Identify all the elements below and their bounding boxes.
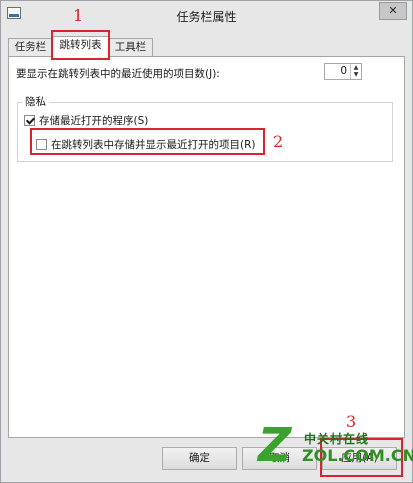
callout-number-2: 2 bbox=[273, 132, 284, 151]
recent-count-value[interactable]: 0 bbox=[325, 65, 349, 77]
watermark-name: 中关村在线 bbox=[304, 432, 370, 446]
spinner-buttons: ▲ ▼ bbox=[350, 64, 361, 79]
watermark-mark: Z bbox=[258, 418, 292, 472]
store-recent-programs-checkbox[interactable] bbox=[24, 115, 35, 126]
close-button[interactable]: ✕ bbox=[379, 2, 407, 20]
window-title: 任务栏属性 bbox=[176, 10, 237, 24]
watermark-url: ZOL.COM.CN bbox=[302, 446, 413, 465]
spin-up-icon[interactable]: ▲ bbox=[351, 64, 361, 71]
recent-count-spinner[interactable]: 0 ▲ ▼ bbox=[324, 63, 362, 80]
highlight-box-tab bbox=[51, 30, 110, 60]
store-recent-programs-option[interactable]: 存储最近打开的程序(S) bbox=[24, 113, 148, 128]
tab-toolbars[interactable]: 工具栏 bbox=[108, 38, 153, 57]
highlight-box-checkbox bbox=[30, 128, 265, 155]
title-bar[interactable]: 任务栏属性 ✕ bbox=[1, 1, 412, 31]
callout-number-1: 1 bbox=[73, 6, 84, 25]
zol-watermark-logo: Z 中关村在线 ZOL.COM.CN bbox=[258, 418, 413, 479]
tab-taskbar[interactable]: 任务栏 bbox=[8, 38, 53, 57]
store-recent-programs-label: 存储最近打开的程序(S) bbox=[39, 115, 149, 127]
recent-count-label: 要显示在跳转列表中的最近使用的项目数(J): bbox=[16, 68, 220, 80]
spin-down-icon[interactable]: ▼ bbox=[351, 71, 361, 78]
privacy-group-label: 隐私 bbox=[22, 94, 49, 109]
ok-button[interactable]: 确定 bbox=[162, 447, 237, 470]
